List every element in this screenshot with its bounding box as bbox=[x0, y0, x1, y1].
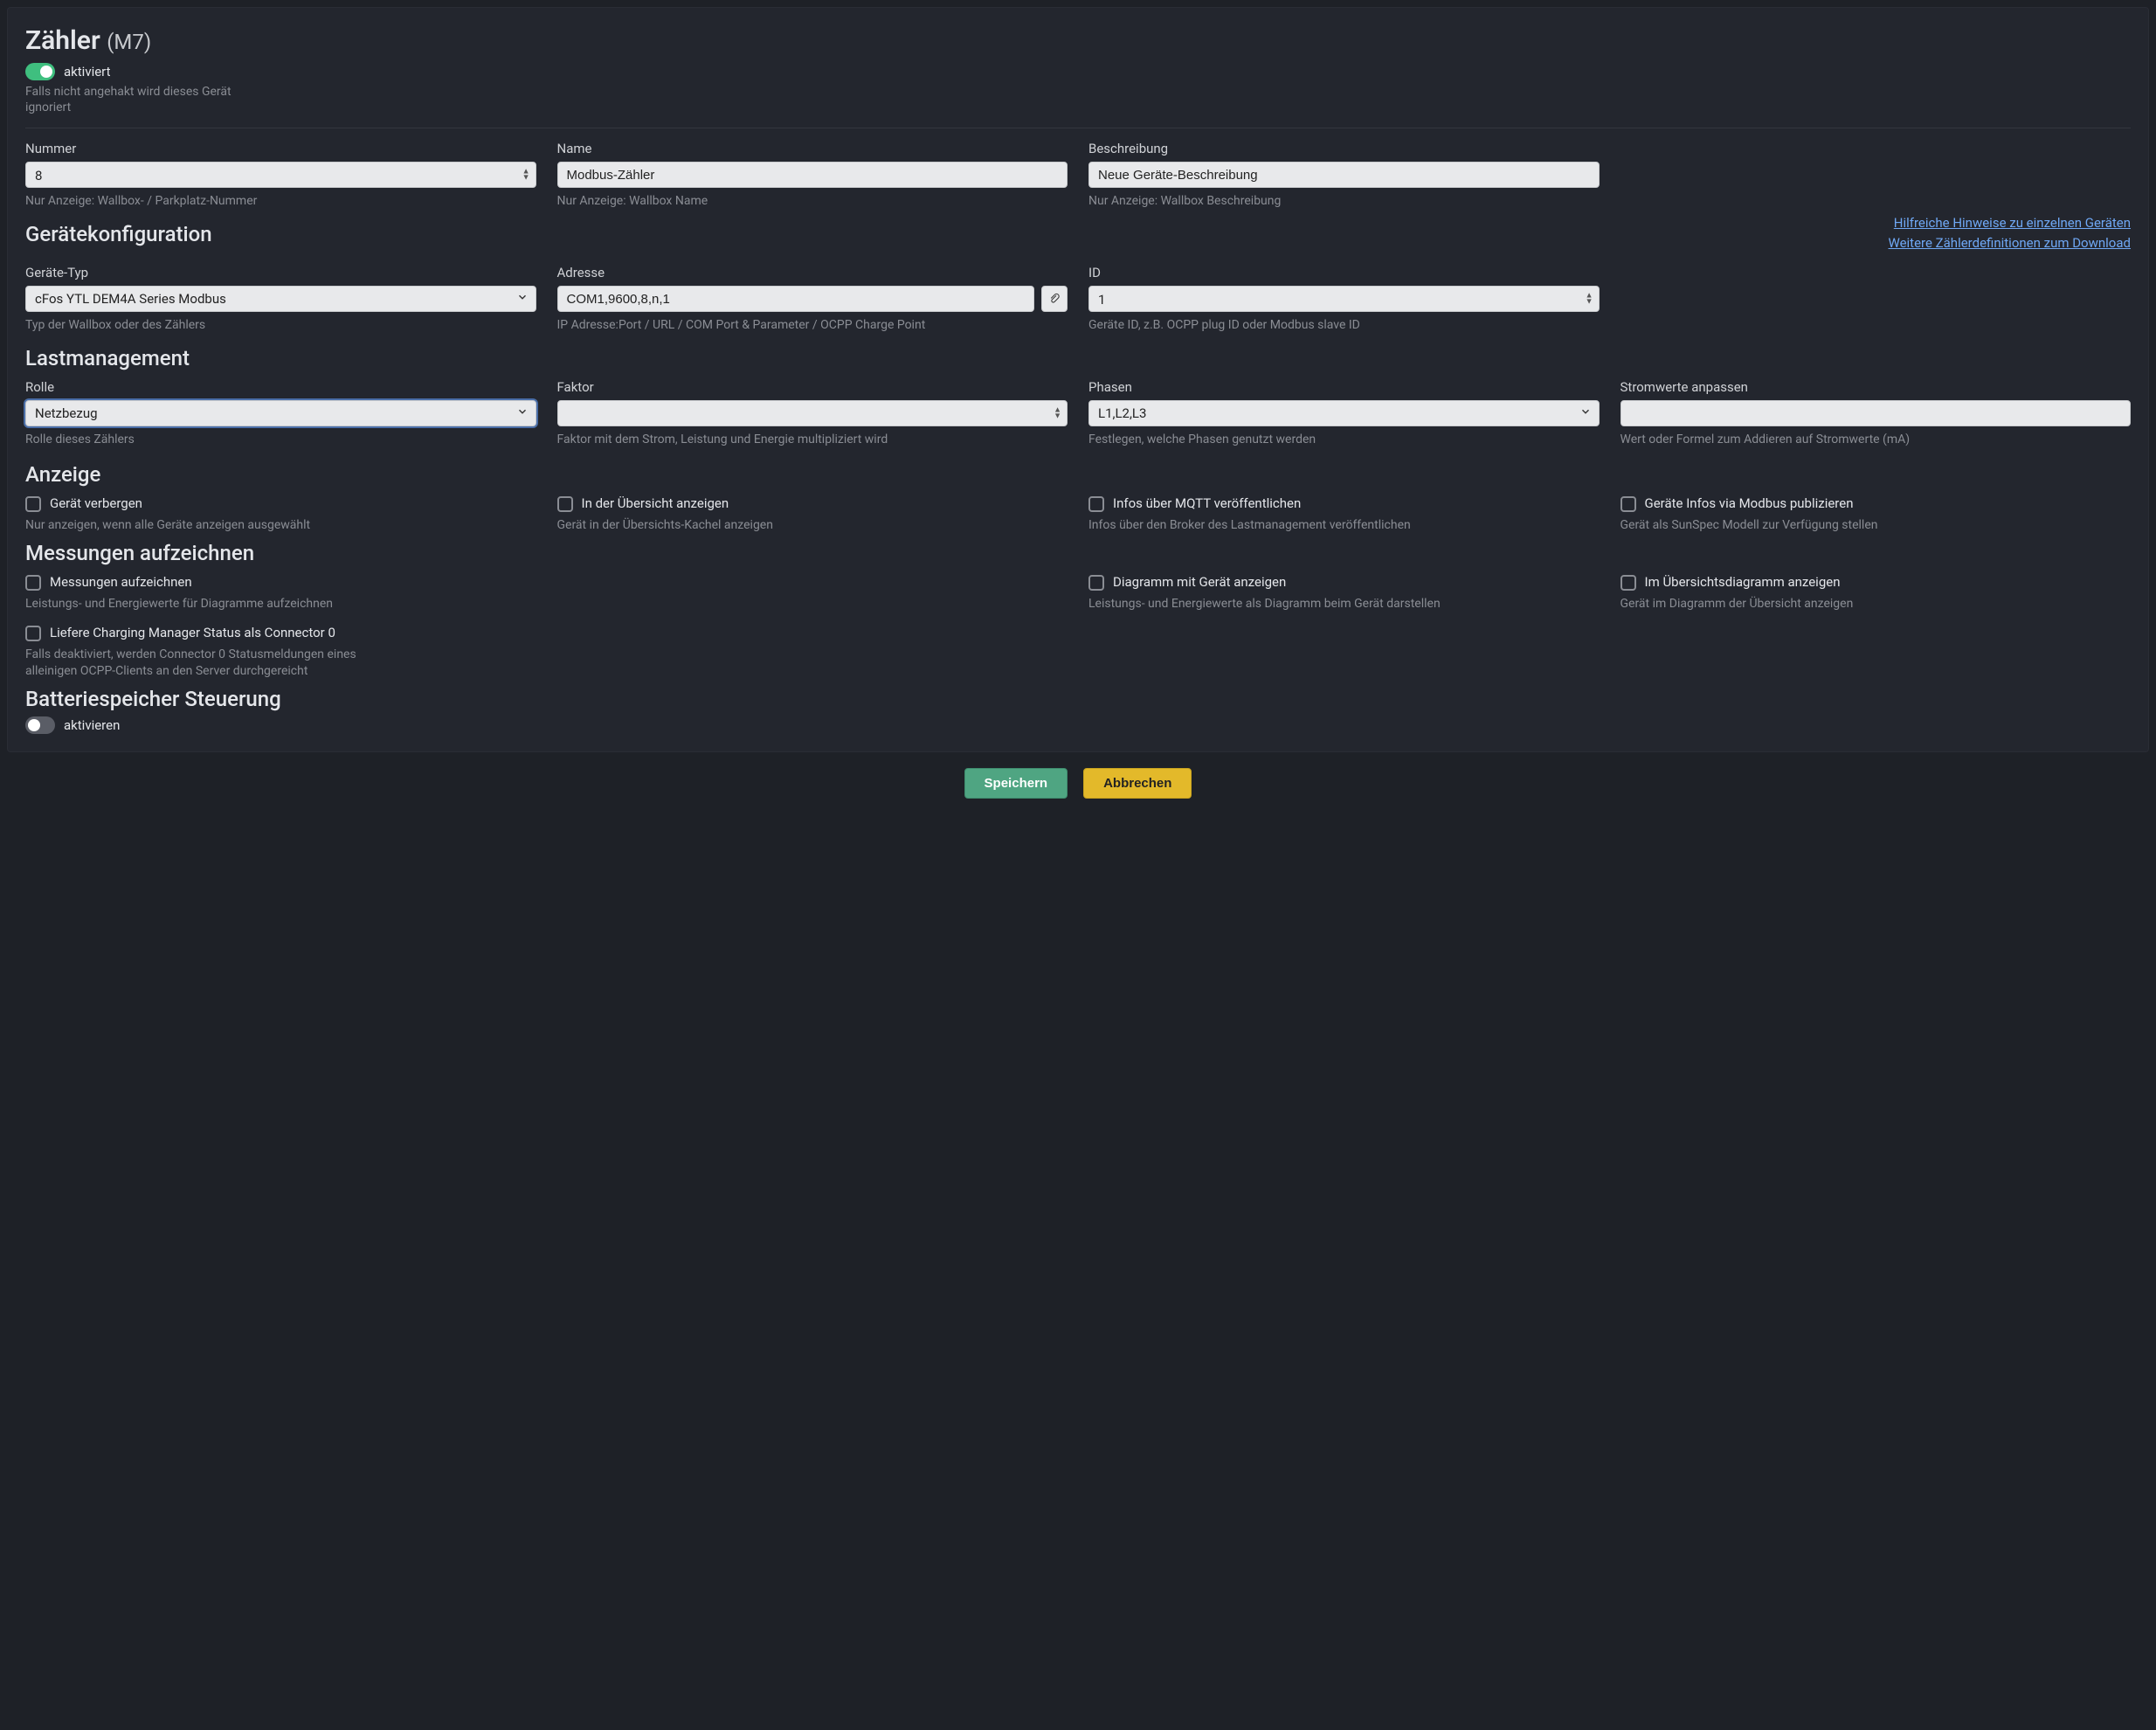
description-help: Nur Anzeige: Wallbox Beschreibung bbox=[1088, 193, 1600, 210]
address-input[interactable] bbox=[557, 286, 1035, 312]
role-help: Rolle dieses Zählers bbox=[25, 432, 536, 448]
hide-device-help: Nur anzeigen, wenn alle Geräte anzeigen … bbox=[25, 517, 536, 534]
phases-label: Phasen bbox=[1088, 379, 1600, 395]
address-label: Adresse bbox=[557, 265, 1068, 280]
show-overview-checkbox[interactable] bbox=[557, 496, 573, 512]
phases-help: Festlegen, welche Phasen genutzt werden bbox=[1088, 432, 1600, 448]
role-select[interactable]: Netzbezug bbox=[25, 400, 536, 426]
id-input[interactable]: 1 bbox=[1088, 286, 1600, 312]
device-config-section-title: Gerätekonfiguration bbox=[25, 222, 212, 246]
number-label: Nummer bbox=[25, 141, 536, 156]
enabled-label: aktiviert bbox=[64, 64, 111, 80]
id-help: Geräte ID, z.B. OCPP plug ID oder Modbus… bbox=[1088, 317, 1600, 334]
hide-device-checkbox[interactable] bbox=[25, 496, 41, 512]
mqtt-checkbox[interactable] bbox=[1088, 496, 1104, 512]
chevron-down-icon bbox=[1579, 405, 1592, 421]
record-help: Leistungs- und Energiewerte für Diagramm… bbox=[25, 596, 536, 612]
device-type-select[interactable]: cFos YTL DEM4A Series Modbus bbox=[25, 286, 536, 312]
mqtt-label: Infos über MQTT veröffentlichen bbox=[1113, 495, 1301, 511]
connector0-label: Liefere Charging Manager Status als Conn… bbox=[50, 625, 335, 640]
battery-enable-toggle[interactable] bbox=[25, 716, 55, 734]
show-overview-label: In der Übersicht anzeigen bbox=[582, 495, 729, 511]
show-overview-help: Gerät in der Übersichts-Kachel anzeigen bbox=[557, 517, 1068, 534]
adjust-label: Stromwerte anpassen bbox=[1620, 379, 2132, 395]
name-input[interactable] bbox=[557, 162, 1068, 188]
stepper-icon bbox=[1054, 407, 1061, 419]
id-label: ID bbox=[1088, 265, 1600, 280]
save-button[interactable]: Speichern bbox=[964, 768, 1068, 799]
display-section-title: Anzeige bbox=[25, 462, 2131, 487]
overview-diagram-help: Gerät im Diagramm der Übersicht anzeigen bbox=[1620, 596, 2132, 612]
number-input[interactable]: 8 bbox=[25, 162, 536, 188]
battery-enable-label: aktivieren bbox=[64, 717, 120, 733]
modbus-publish-checkbox[interactable] bbox=[1620, 496, 1636, 512]
enabled-toggle[interactable] bbox=[25, 63, 55, 80]
dialog-footer: Speichern Abbrechen bbox=[7, 752, 2149, 807]
connector0-help: Falls deaktiviert, werden Connector 0 St… bbox=[25, 647, 392, 680]
overview-diagram-label: Im Übersichtsdiagramm anzeigen bbox=[1645, 574, 1841, 590]
enabled-hint: Falls nicht angehakt wird dieses Gerät i… bbox=[25, 84, 252, 115]
help-links: Hilfreiche Hinweise zu einzelnen Geräten… bbox=[1889, 213, 2132, 253]
modbus-publish-label: Geräte Infos via Modbus publizieren bbox=[1645, 495, 1854, 511]
meter-definitions-link[interactable]: Weitere Zählerdefinitionen zum Download bbox=[1889, 233, 2132, 253]
device-type-help: Typ der Wallbox oder des Zählers bbox=[25, 317, 536, 334]
device-hints-link[interactable]: Hilfreiche Hinweise zu einzelnen Geräten bbox=[1889, 213, 2132, 233]
name-help: Nur Anzeige: Wallbox Name bbox=[557, 193, 1068, 210]
role-label: Rolle bbox=[25, 379, 536, 395]
page-title: Zähler (M7) bbox=[25, 25, 2131, 56]
record-section-title: Messungen aufzeichnen bbox=[25, 541, 2131, 565]
number-help: Nur Anzeige: Wallbox- / Parkplatz-Nummer bbox=[25, 193, 536, 210]
overview-diagram-checkbox[interactable] bbox=[1620, 575, 1636, 591]
adjust-help: Wert oder Formel zum Addieren auf Stromw… bbox=[1620, 432, 2132, 448]
mqtt-help: Infos über den Broker des Lastmanagement… bbox=[1088, 517, 1600, 534]
modbus-publish-help: Gerät als SunSpec Modell zur Verfügung s… bbox=[1620, 517, 2132, 534]
adjust-input[interactable] bbox=[1620, 400, 2132, 426]
paperclip-icon bbox=[1048, 293, 1061, 305]
hide-device-label: Gerät verbergen bbox=[50, 495, 142, 511]
description-label: Beschreibung bbox=[1088, 141, 1600, 156]
record-label: Messungen aufzeichnen bbox=[50, 574, 192, 590]
factor-input[interactable] bbox=[557, 400, 1068, 426]
device-settings-panel: Zähler (M7) aktiviert Falls nicht angeha… bbox=[7, 7, 2149, 752]
description-input[interactable] bbox=[1088, 162, 1600, 188]
chevron-down-icon bbox=[516, 405, 529, 421]
device-type-label: Geräte-Typ bbox=[25, 265, 536, 280]
diagram-checkbox[interactable] bbox=[1088, 575, 1104, 591]
diagram-label: Diagramm mit Gerät anzeigen bbox=[1113, 574, 1286, 590]
address-help: IP Adresse:Port / URL / COM Port & Param… bbox=[557, 317, 1068, 334]
address-attach-button[interactable] bbox=[1041, 286, 1068, 312]
device-type-title: Zähler bbox=[25, 25, 100, 56]
name-label: Name bbox=[557, 141, 1068, 156]
record-checkbox[interactable] bbox=[25, 575, 41, 591]
cancel-button[interactable]: Abbrechen bbox=[1083, 768, 1192, 799]
phases-select[interactable]: L1,L2,L3 bbox=[1088, 400, 1600, 426]
stepper-icon bbox=[522, 170, 530, 182]
load-management-section-title: Lastmanagement bbox=[25, 346, 2131, 370]
device-id-sub: (M7) bbox=[107, 30, 151, 54]
diagram-help: Leistungs- und Energiewerte als Diagramm… bbox=[1088, 596, 1600, 612]
connector0-checkbox[interactable] bbox=[25, 626, 41, 641]
stepper-icon bbox=[1586, 294, 1593, 306]
battery-section-title: Batteriespeicher Steuerung bbox=[25, 687, 2131, 711]
factor-help: Faktor mit dem Strom, Leistung und Energ… bbox=[557, 432, 1068, 448]
chevron-down-icon bbox=[516, 291, 529, 307]
factor-label: Faktor bbox=[557, 379, 1068, 395]
